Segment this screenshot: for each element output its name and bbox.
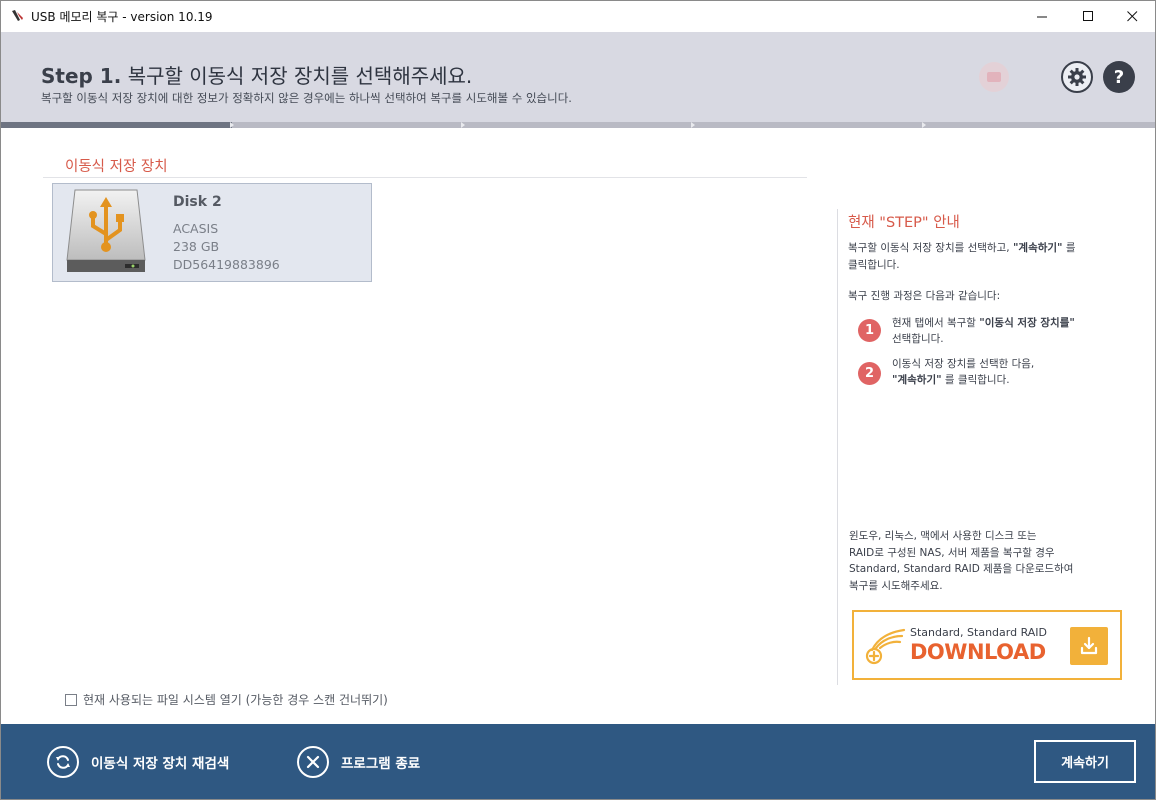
step-title: Step 1. 복구할 이동식 저장 장치를 선택해주세요. — [41, 60, 472, 89]
guide-intro-bold: "계속하기" — [1012, 242, 1063, 254]
help-button[interactable]: ? — [1103, 61, 1135, 93]
promo-line-2: RAID로 구성된 NAS, 서버 제품을 복구할 경우 — [849, 546, 1055, 559]
open-filesystem-label: 현재 사용되는 파일 시스템 열기 (가능한 경우 스캔 건너뛰기) — [83, 693, 388, 707]
guide-step-1-pre: 현재 탭에서 복구할 — [892, 317, 980, 329]
exit-program-label: 프로그램 종료 — [341, 756, 421, 772]
step-subtitle: 복구할 이동식 저장 장치에 대한 정보가 정확하지 않은 경우에는 하나씩 선… — [41, 91, 572, 105]
refresh-icon — [47, 746, 79, 778]
open-filesystem-checkbox[interactable] — [65, 693, 77, 706]
download-icon — [1080, 636, 1098, 655]
guide-step-2-line1: 이동식 저장 장치를 선택한 다음, — [892, 358, 1035, 370]
device-card-disk-2[interactable]: Disk 2 ACASIS 238 GB DD56419883896 — [52, 183, 372, 282]
guide-divider — [837, 209, 838, 685]
maximize-button[interactable] — [1065, 1, 1111, 32]
title-bar: USB 메모리 복구 - version 10.19 — [1, 1, 1155, 32]
device-name: Disk 2 — [173, 194, 222, 210]
guide-step-1-line2: 선택합니다. — [892, 333, 944, 345]
device-vendor: ACASIS — [173, 221, 219, 236]
guide-step-1-badge: 1 — [858, 319, 881, 342]
guide-process-text: 복구 진행 과정은 다음과 같습니다: — [848, 290, 1001, 302]
step-progress-bar — [1, 122, 1155, 128]
close-circle-icon — [297, 746, 329, 778]
footer-bar: 이동식 저장 장치 재검색 프로그램 종료 계속하기 — [1, 724, 1155, 799]
download-standard-banner[interactable]: Standard, Standard RAID DOWNLOAD — [852, 610, 1122, 680]
exit-program-button[interactable]: 프로그램 종료 — [297, 745, 420, 779]
progress-step-separator — [230, 122, 234, 128]
open-filesystem-option[interactable]: 현재 사용되는 파일 시스템 열기 (가능한 경우 스캔 건너뛰기) — [65, 691, 388, 708]
promo-line-1: 윈도우, 리눅스, 맥에서 사용한 디스크 또는 — [849, 530, 1037, 542]
minimize-icon — [1036, 16, 1047, 18]
app-window: USB 메모리 복구 - version 10.19 Step 1. 복구할 이… — [0, 0, 1156, 800]
guide-step-2-text: 이동식 저장 장치를 선택한 다음, "계속하기" 를 클릭합니다. — [892, 356, 1034, 388]
progress-step-separator — [461, 122, 465, 128]
download-subtitle: Standard, Standard RAID — [910, 626, 1048, 639]
step-header: Step 1. 복구할 이동식 저장 장치를 선택해주세요. 복구할 이동식 저… — [1, 32, 1155, 122]
guide-step-2-post: 를 클릭합니다. — [941, 374, 1010, 386]
help-icon: ? — [1113, 66, 1125, 88]
usb-drive-icon — [66, 189, 146, 272]
guide-step-1-bold: "이동식 저장 장치를" — [979, 317, 1075, 329]
promo-line-3: Standard, Standard RAID 제품을 다운로드하여 — [849, 563, 1074, 575]
guide-intro-post: 를 — [1062, 242, 1076, 254]
rescan-label: 이동식 저장 장치 재검색 — [91, 756, 230, 772]
maximize-icon — [1082, 11, 1093, 21]
minimize-button[interactable] — [1019, 1, 1065, 32]
guide-intro-line-1: 복구할 이동식 저장 장치를 선택하고, "계속하기" 를 — [848, 240, 1076, 257]
progress-step-separator — [691, 122, 695, 128]
gear-icon — [1068, 68, 1086, 86]
continue-button[interactable]: 계속하기 — [1034, 740, 1136, 783]
guide-step-2-badge: 2 — [858, 362, 881, 385]
faded-status-icon — [979, 62, 1009, 92]
close-icon — [1126, 11, 1137, 22]
app-icon — [12, 10, 23, 21]
wing-plus-icon — [865, 628, 906, 665]
device-section-title: 이동식 저장 장치 — [65, 159, 168, 175]
settings-button[interactable] — [1061, 61, 1093, 93]
device-size: 238 GB — [173, 239, 220, 254]
guide-step-1-text: 현재 탭에서 복구할 "이동식 저장 장치를" 선택합니다. — [892, 315, 1075, 347]
promo-line-4: 복구를 시도해주세요. — [849, 579, 943, 592]
step-progress-fill — [1, 122, 232, 128]
guide-intro-line-2: 클릭합니다. — [848, 259, 900, 271]
device-serial: DD56419883896 — [173, 257, 280, 272]
progress-step-separator — [922, 122, 926, 128]
window-title: USB 메모리 복구 - version 10.19 — [31, 10, 213, 24]
step-title-text: 복구할 이동식 저장 장치를 선택해주세요. — [127, 64, 473, 88]
download-button[interactable] — [1070, 627, 1108, 665]
close-button[interactable] — [1109, 1, 1155, 32]
guide-step-2-bold: "계속하기" — [892, 374, 942, 386]
step-label: Step 1. — [41, 64, 122, 88]
section-divider — [43, 177, 807, 178]
download-label: DOWNLOAD — [910, 640, 1046, 664]
guide-title: 현재 "STEP" 안내 — [848, 215, 960, 231]
rescan-button[interactable]: 이동식 저장 장치 재검색 — [47, 745, 229, 779]
guide-intro-pre: 복구할 이동식 저장 장치를 선택하고, — [848, 242, 1013, 254]
